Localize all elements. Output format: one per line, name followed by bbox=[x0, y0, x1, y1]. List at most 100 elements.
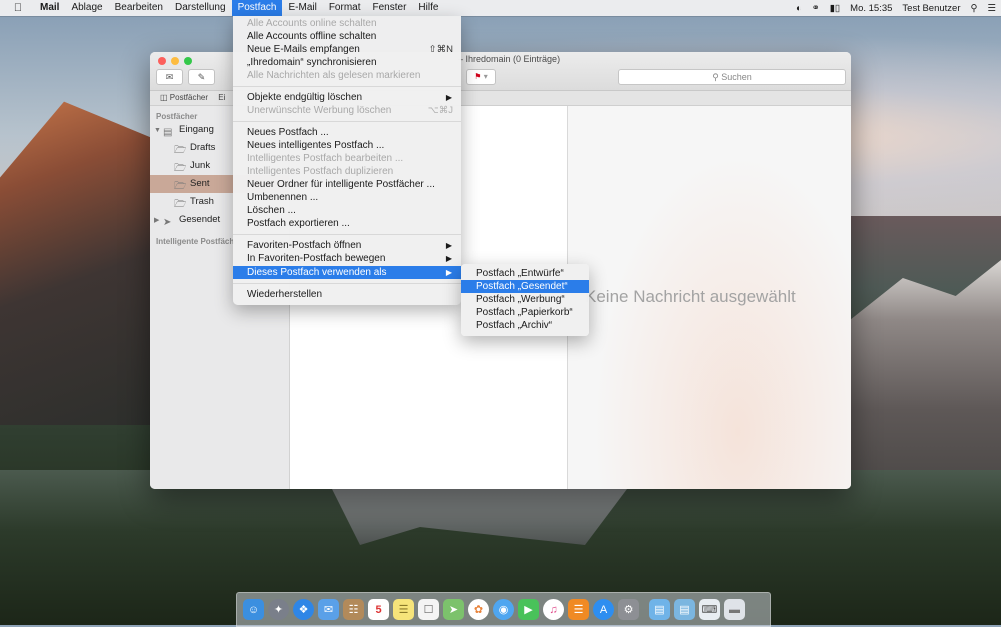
notification-center-icon[interactable]: ☰ bbox=[987, 3, 996, 14]
messages-icon[interactable]: ◉ bbox=[493, 599, 514, 620]
sidebar-toggle-icon[interactable]: ◫ bbox=[160, 93, 168, 102]
search-field[interactable]: ⚲ Suchen bbox=[618, 69, 846, 85]
menu-separator bbox=[233, 121, 461, 122]
compose-button[interactable]: ✎ bbox=[188, 69, 215, 85]
submenu-item-label: Postfach „Papierkorb“ bbox=[476, 307, 573, 318]
submenu-item-drafts[interactable]: Postfach „Entwürfe“ bbox=[461, 267, 589, 280]
menu-item-label: Intelligentes Postfach bearbeiten ... bbox=[247, 153, 404, 164]
menu-item-erase-deleted[interactable]: Objekte endgültig löschen ▶ bbox=[233, 91, 461, 104]
menu-item-edit-smart-mailbox[interactable]: Intelligentes Postfach bearbeiten ... bbox=[233, 152, 461, 165]
menu-item-mark-read[interactable]: Alle Nachrichten als gelesen markieren bbox=[233, 69, 461, 82]
submenu-arrow-icon: ▶ bbox=[445, 268, 452, 277]
menu-app-mail[interactable]: Mail bbox=[34, 0, 65, 16]
menu-item-label: Postfach exportieren ... bbox=[247, 218, 350, 229]
traffic-lights bbox=[158, 57, 192, 65]
menu-item-label: Favoriten-Postfach öffnen bbox=[247, 240, 362, 251]
menu-bearbeiten[interactable]: Bearbeiten bbox=[109, 0, 169, 16]
menu-darstellung[interactable]: Darstellung bbox=[169, 0, 232, 16]
system-preferences-icon[interactable]: ⚙ bbox=[618, 599, 639, 620]
menu-item-label: In Favoriten-Postfach bewegen bbox=[247, 253, 386, 264]
submenu-item-sent[interactable]: Postfach „Gesendet“ bbox=[461, 280, 589, 293]
maps-icon[interactable]: ➤ bbox=[443, 599, 464, 620]
sidebar-label: Gesendet bbox=[179, 214, 221, 225]
menu-fenster[interactable]: Fenster bbox=[367, 0, 413, 16]
apple-menu-icon[interactable]:  bbox=[11, 2, 25, 14]
minimize-icon[interactable] bbox=[171, 57, 179, 65]
menu-item-delete[interactable]: Löschen ... bbox=[233, 204, 461, 217]
flag-button[interactable]: ⚑ ▾ bbox=[466, 69, 496, 85]
contacts-icon[interactable]: ☷ bbox=[343, 599, 364, 620]
submenu-item-trash[interactable]: Postfach „Papierkorb“ bbox=[461, 306, 589, 319]
menu-item-rename[interactable]: Umbenennen ... bbox=[233, 191, 461, 204]
menu-item-label: Neue E-Mails empfangen bbox=[247, 44, 360, 55]
submenu-item-junk[interactable]: Postfach „Werbung“ bbox=[461, 293, 589, 306]
folder-icon[interactable]: ▤ bbox=[649, 599, 670, 620]
appstore-icon[interactable]: A bbox=[593, 599, 614, 620]
itunes-icon[interactable]: ♫ bbox=[543, 599, 564, 620]
menu-item-new-smart-folder[interactable]: Neuer Ordner für intelligente Postfächer… bbox=[233, 178, 461, 191]
menu-ablage[interactable]: Ablage bbox=[65, 0, 108, 16]
menu-item-new-smart-mailbox[interactable]: Neues intelligentes Postfach ... bbox=[233, 139, 461, 152]
menu-item-rebuild[interactable]: Wiederherstellen bbox=[233, 288, 461, 301]
menu-email[interactable]: E-Mail bbox=[282, 0, 322, 16]
close-icon[interactable] bbox=[158, 57, 166, 65]
calendar-icon[interactable]: 5 bbox=[368, 599, 389, 620]
sidebar-label: Junk bbox=[190, 160, 211, 171]
menu-item-label: „Ihredomain“ synchronisieren bbox=[247, 57, 377, 68]
menu-item-label: Umbenennen ... bbox=[247, 192, 319, 203]
facetime-icon[interactable]: ▶ bbox=[518, 599, 539, 620]
menu-item-duplicate-smart-mailbox[interactable]: Intelligentes Postfach duplizieren bbox=[233, 165, 461, 178]
downloads-icon[interactable]: ▤ bbox=[674, 599, 695, 620]
submenu-item-label: Postfach „Werbung“ bbox=[476, 294, 565, 305]
finder-icon[interactable]: ☺ bbox=[243, 599, 264, 620]
disclosure-open-icon[interactable]: ▼ bbox=[154, 122, 161, 140]
menu-item-move-to-favorite[interactable]: In Favoriten-Postfach bewegen ▶ bbox=[233, 252, 461, 265]
window-title: – Ihredomain (0 Einträge) bbox=[458, 54, 561, 64]
menu-item-label: Neues Postfach ... bbox=[247, 127, 329, 138]
menu-item-accounts-online[interactable]: Alle Accounts online schalten bbox=[233, 17, 461, 30]
menu-item-new-mailbox[interactable]: Neues Postfach ... bbox=[233, 126, 461, 139]
keyboard-icon[interactable]: ⌨ bbox=[699, 599, 720, 620]
favorites-inbox-button[interactable]: Ei bbox=[218, 93, 225, 102]
reminders-icon[interactable]: ☐ bbox=[418, 599, 439, 620]
menubar-user[interactable]: Test Benutzer bbox=[902, 3, 960, 14]
spotlight-extra-icon[interactable]: ◐ bbox=[796, 3, 802, 14]
menu-postfach[interactable]: Postfach bbox=[231, 0, 283, 16]
mail-icon[interactable]: ✉ bbox=[318, 599, 339, 620]
favorites-mailboxes-button[interactable]: Postfächer bbox=[170, 93, 208, 102]
menu-item-shortcut: ⇧⌘N bbox=[428, 44, 453, 55]
disclosure-closed-icon[interactable]: ▶ bbox=[154, 212, 159, 230]
zoom-icon[interactable] bbox=[184, 57, 192, 65]
menu-separator bbox=[233, 86, 461, 87]
menu-item-get-mail[interactable]: Neue E-Mails empfangen ⇧⌘N bbox=[233, 43, 461, 56]
menu-item-label: Intelligentes Postfach duplizieren bbox=[247, 166, 394, 177]
safari-icon[interactable]: ❖ bbox=[293, 599, 314, 620]
menu-format[interactable]: Format bbox=[323, 0, 367, 16]
menu-item-open-favorite[interactable]: Favoriten-Postfach öffnen ▶ bbox=[233, 239, 461, 252]
window-title-text: Ihredomain (0 Einträge) bbox=[465, 54, 561, 64]
photos-icon[interactable]: ✿ bbox=[468, 599, 489, 620]
wifi-icon[interactable]: ⚭ bbox=[812, 3, 820, 14]
menu-item-export[interactable]: Postfach exportieren ... bbox=[233, 217, 461, 230]
trash-icon[interactable]: ▬ bbox=[724, 599, 745, 620]
menu-bar:  Mail Ablage Bearbeiten Darstellung Pos… bbox=[0, 0, 1001, 16]
battery-icon[interactable]: ▮▯ bbox=[830, 3, 840, 14]
paper-plane-icon: ➤ bbox=[163, 217, 172, 228]
no-message-label: Keine Nachricht ausgewählt bbox=[585, 287, 796, 306]
menu-item-label: Neues intelligentes Postfach ... bbox=[247, 140, 385, 151]
search-icon[interactable]: ⚲ bbox=[971, 3, 978, 14]
submenu-item-archive[interactable]: Postfach „Archiv“ bbox=[461, 319, 589, 332]
menubar-clock[interactable]: Mo. 15:35 bbox=[850, 3, 892, 14]
ibooks-icon[interactable]: ☰ bbox=[568, 599, 589, 620]
get-mail-button[interactable]: ✉ bbox=[156, 69, 183, 85]
use-mailbox-as-submenu: Postfach „Entwürfe“ Postfach „Gesendet“ … bbox=[461, 264, 589, 336]
menu-item-sync[interactable]: „Ihredomain“ synchronisieren bbox=[233, 56, 461, 69]
menu-extras: ◐ ⚭ ▮▯ Mo. 15:35 Test Benutzer ⚲ ☰ bbox=[791, 0, 1001, 16]
menu-item-label: Alle Accounts online schalten bbox=[247, 18, 377, 29]
menu-item-erase-junk[interactable]: Unerwünschte Werbung löschen ⌥⌘J bbox=[233, 104, 461, 117]
notes-icon[interactable]: ☰ bbox=[393, 599, 414, 620]
menu-item-use-this-mailbox-for[interactable]: Dieses Postfach verwenden als ▶ bbox=[233, 266, 461, 279]
menu-hilfe[interactable]: Hilfe bbox=[412, 0, 444, 16]
launchpad-icon[interactable]: ✦ bbox=[268, 599, 289, 620]
menu-item-accounts-offline[interactable]: Alle Accounts offline schalten bbox=[233, 30, 461, 43]
